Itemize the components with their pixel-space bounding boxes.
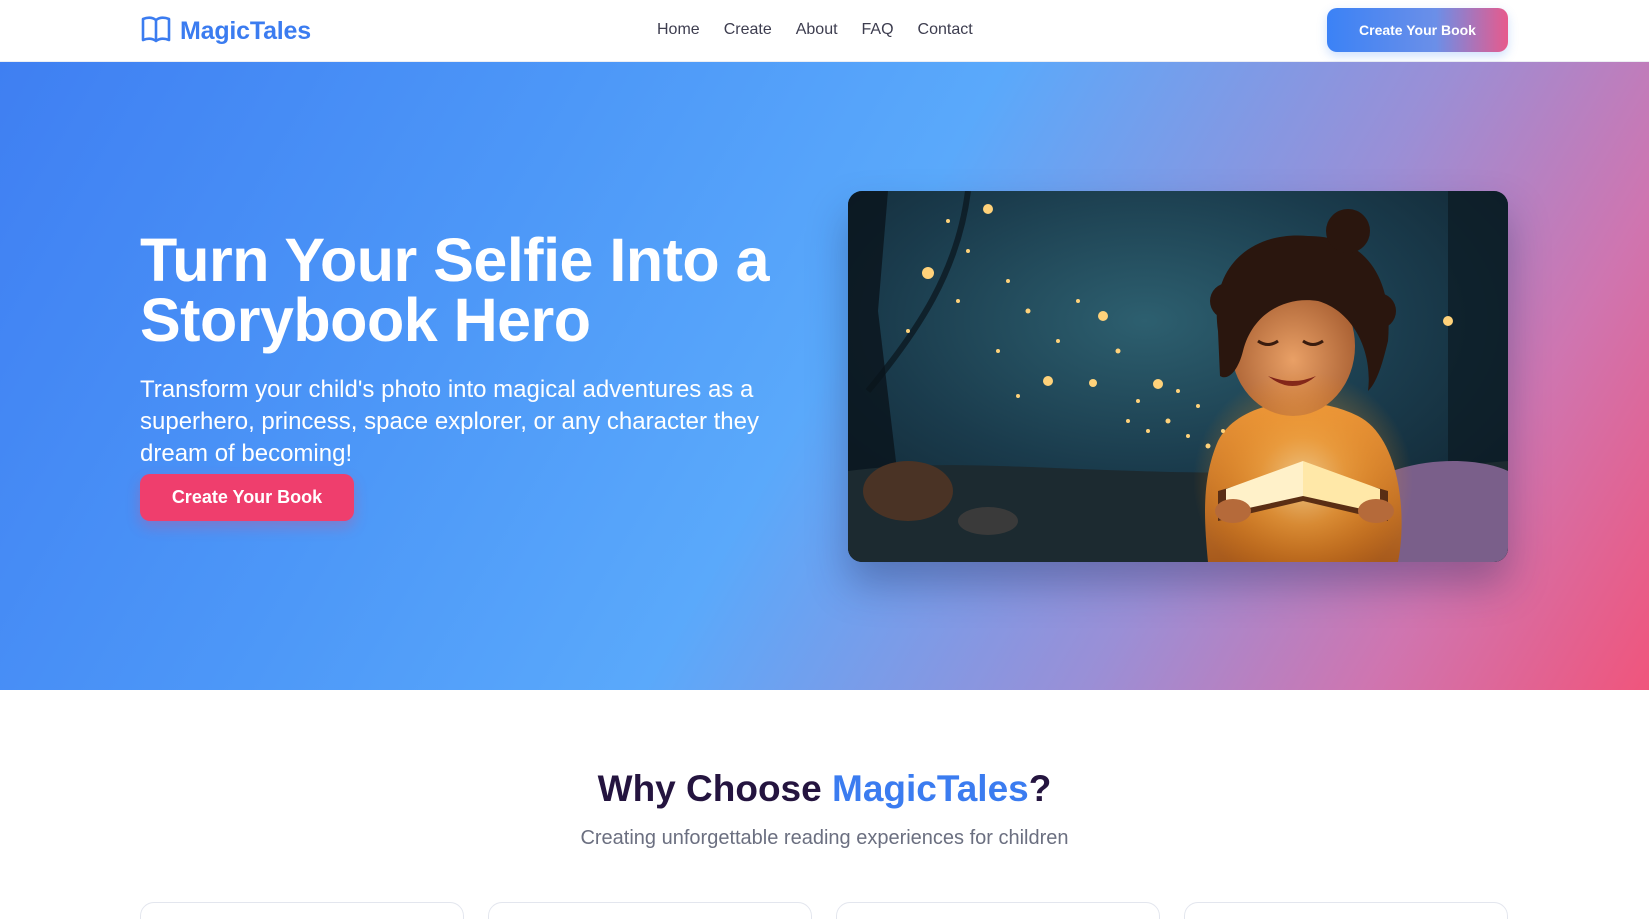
nav-about[interactable]: About bbox=[796, 19, 838, 41]
nav-contact[interactable]: Contact bbox=[918, 19, 973, 41]
site-header: MagicTales Home Create About FAQ Contact… bbox=[0, 0, 1649, 62]
nav-faq[interactable]: FAQ bbox=[862, 19, 894, 41]
hero-title: Turn Your Selfie Into a Storybook Hero bbox=[140, 226, 770, 354]
hero-subtitle: Transform your child's photo into magica… bbox=[140, 376, 759, 467]
main-nav: Home Create About FAQ Contact bbox=[657, 19, 973, 41]
open-book-icon bbox=[140, 14, 172, 49]
why-title-accent: MagicTales bbox=[832, 768, 1029, 809]
why-title: Why Choose MagicTales? bbox=[0, 768, 1649, 810]
why-title-suffix: ? bbox=[1028, 768, 1052, 809]
feature-card bbox=[836, 902, 1160, 919]
logo-text: MagicTales bbox=[180, 16, 311, 45]
hero-section: Turn Your Selfie Into a Storybook Hero T… bbox=[0, 62, 1649, 690]
nav-home[interactable]: Home bbox=[657, 19, 700, 41]
hero-create-book-button[interactable]: Create Your Book bbox=[140, 474, 354, 521]
why-title-prefix: Why Choose bbox=[597, 768, 832, 809]
header-create-book-button[interactable]: Create Your Book bbox=[1327, 8, 1508, 52]
feature-card bbox=[140, 902, 464, 919]
logo-link[interactable]: MagicTales bbox=[140, 14, 311, 48]
nav-create[interactable]: Create bbox=[724, 19, 772, 41]
child-reading-book-image bbox=[848, 191, 1508, 562]
why-subtitle: Creating unforgettable reading experienc… bbox=[580, 827, 1069, 849]
feature-card bbox=[1184, 902, 1508, 919]
feature-card bbox=[488, 902, 812, 919]
hero-illustration bbox=[848, 191, 1508, 562]
